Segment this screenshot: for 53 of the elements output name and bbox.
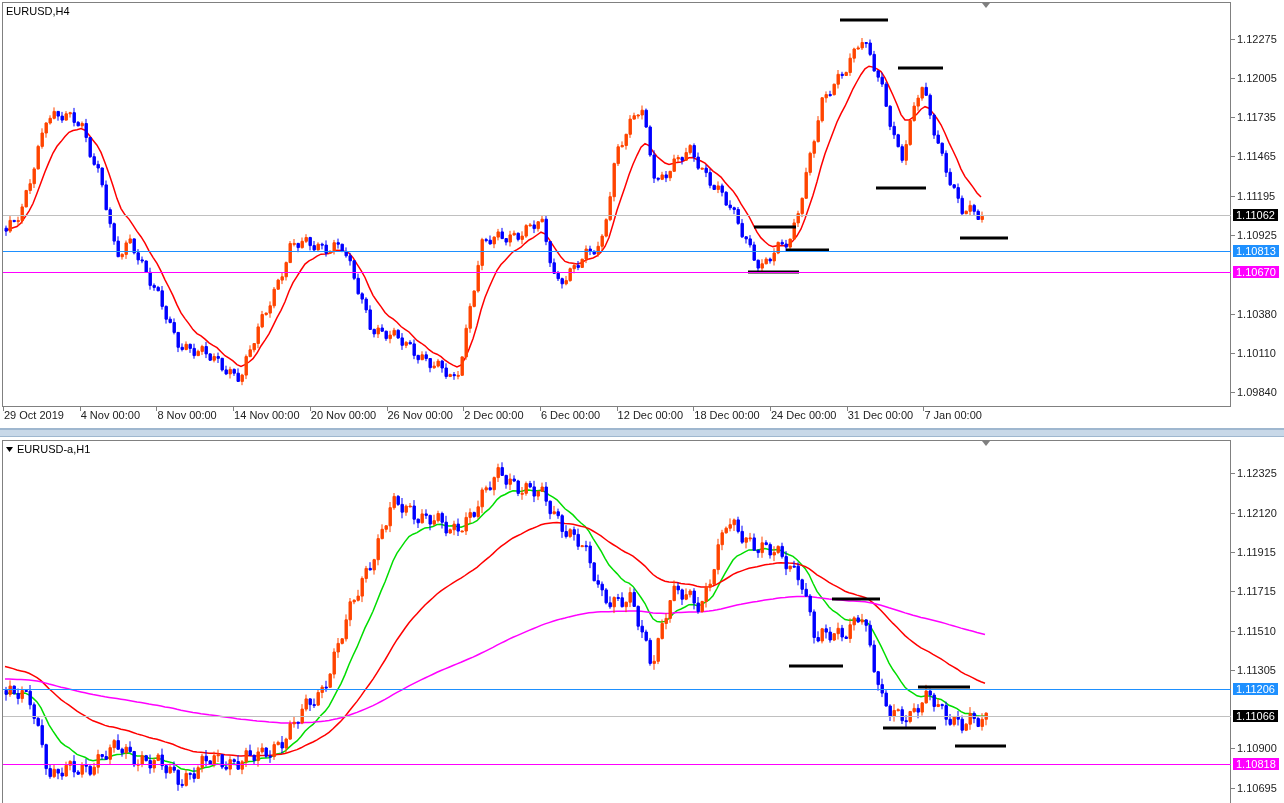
marker-line[interactable]	[898, 66, 943, 70]
marker-line[interactable]	[748, 270, 799, 274]
price-tick-label: 1.11915	[1237, 546, 1276, 559]
time-axis-label: 26 Nov 00:00	[387, 409, 453, 421]
level-price-label: 1.10670	[1233, 266, 1279, 278]
level-price-label: 1.10818	[1233, 758, 1279, 770]
price-tick-label: 1.10380	[1237, 307, 1277, 320]
price-tick-label: 1.10110	[1237, 346, 1276, 359]
level-price-label: 1.10813	[1233, 245, 1279, 257]
price-tick-label: 1.09840	[1237, 386, 1277, 398]
chart-symbol-title: EURUSD,H4	[6, 5, 70, 17]
dropdown-caret-icon[interactable]	[6, 446, 13, 452]
price-tick-label: 1.11715	[1237, 584, 1276, 597]
marker-line[interactable]	[754, 225, 796, 229]
time-axis-label: 14 Nov 00:00	[234, 409, 300, 421]
price-tick-label: 1.12005	[1237, 72, 1277, 85]
price-tick-label: 1.11465	[1237, 150, 1276, 163]
time-axis-label: 31 Dec 00:00	[847, 409, 914, 421]
price-tick-label: 1.10900	[1237, 742, 1277, 755]
marker-line[interactable]	[789, 664, 843, 668]
chart-symbol-title: EURUSD-a,H1	[17, 443, 91, 455]
price-tick-label: 1.10695	[1237, 782, 1277, 794]
time-axis-label: 12 Dec 00:00	[617, 409, 684, 421]
marker-line[interactable]	[918, 685, 970, 689]
time-axis-label: 4 Nov 00:00	[80, 409, 140, 421]
price-tick-label: 1.11735	[1237, 111, 1276, 124]
marker-line[interactable]	[876, 186, 926, 190]
time-axis-label: 20 Nov 00:00	[310, 409, 377, 421]
marker-line[interactable]	[960, 236, 1008, 240]
chart-shift-icon[interactable]	[982, 3, 990, 8]
chart-shift-icon[interactable]	[982, 441, 990, 446]
time-axis-label: 18 Dec 00:00	[694, 409, 760, 421]
price-tick-label: 1.11305	[1237, 664, 1276, 677]
marker-line[interactable]	[840, 18, 888, 22]
marker-line[interactable]	[883, 726, 936, 730]
marker-line[interactable]	[955, 744, 1006, 748]
level-price-label: 1.11206	[1233, 683, 1278, 695]
price-tick-label: 1.12120	[1237, 506, 1277, 519]
marker-line[interactable]	[832, 597, 880, 601]
marker-line[interactable]	[786, 248, 829, 252]
time-axis-label: 6 Dec 00:00	[540, 409, 601, 421]
bid-price-label: 1.11062	[1233, 209, 1278, 221]
time-axis-label: 2 Dec 00:00	[464, 409, 524, 421]
price-tick-label: 1.11510	[1237, 624, 1276, 637]
price-tick-label: 1.10925	[1237, 228, 1277, 241]
price-tick-label: 1.12275	[1237, 33, 1277, 45]
time-axis-label: 24 Dec 00:00	[771, 409, 837, 421]
time-axis-label: 7 Jan 00:00	[924, 409, 982, 421]
price-tick-label: 1.11195	[1237, 189, 1276, 202]
price-tick-label: 1.12325	[1237, 467, 1277, 479]
bid-price-label: 1.11066	[1233, 710, 1278, 722]
time-axis-label: 8 Nov 00:00	[157, 409, 217, 421]
time-axis-label: 29 Oct 2019	[4, 409, 64, 421]
